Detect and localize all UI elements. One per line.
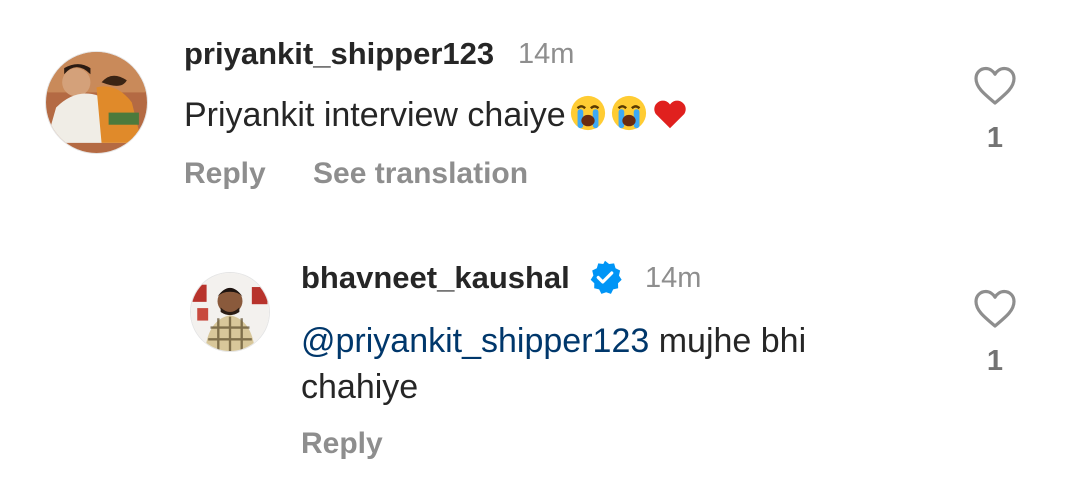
- avatar-couple-hug-icon: [46, 52, 147, 153]
- reply-button[interactable]: Reply: [301, 427, 383, 461]
- loudly-crying-face-icon: [569, 94, 607, 132]
- comment-text-body: mujhe bhi: [649, 322, 807, 360]
- like-count: 1: [986, 122, 1004, 154]
- avatar[interactable]: [45, 51, 148, 154]
- reply-button[interactable]: Reply: [184, 157, 266, 191]
- comment-text: @priyankit_shipper123 mujhe bhi chahiye: [301, 318, 941, 410]
- red-heart-icon: [651, 94, 689, 132]
- comment-text: Priyankit interview chaiye: [184, 92, 689, 138]
- heart-outline-icon[interactable]: [973, 66, 1017, 106]
- comment-timestamp: 14m: [645, 262, 702, 294]
- see-translation-button[interactable]: See translation: [313, 157, 528, 191]
- loudly-crying-face-icon: [610, 94, 648, 132]
- avatar[interactable]: [190, 272, 270, 352]
- like-count: 1: [986, 345, 1004, 377]
- mention-link[interactable]: @priyankit_shipper123: [301, 322, 649, 360]
- heart-outline-icon[interactable]: [973, 289, 1017, 329]
- verified-badge-icon: [590, 260, 622, 294]
- avatar-man-plaid-shirt-icon: [191, 273, 269, 351]
- comment-text-body: Priyankit interview chaiye: [184, 96, 566, 134]
- comment-username[interactable]: bhavneet_kaushal: [301, 260, 570, 296]
- comment-timestamp: 14m: [518, 38, 575, 70]
- comment-text-body-line2: chahiye: [301, 368, 419, 406]
- comment-username[interactable]: priyankit_shipper123: [184, 36, 494, 72]
